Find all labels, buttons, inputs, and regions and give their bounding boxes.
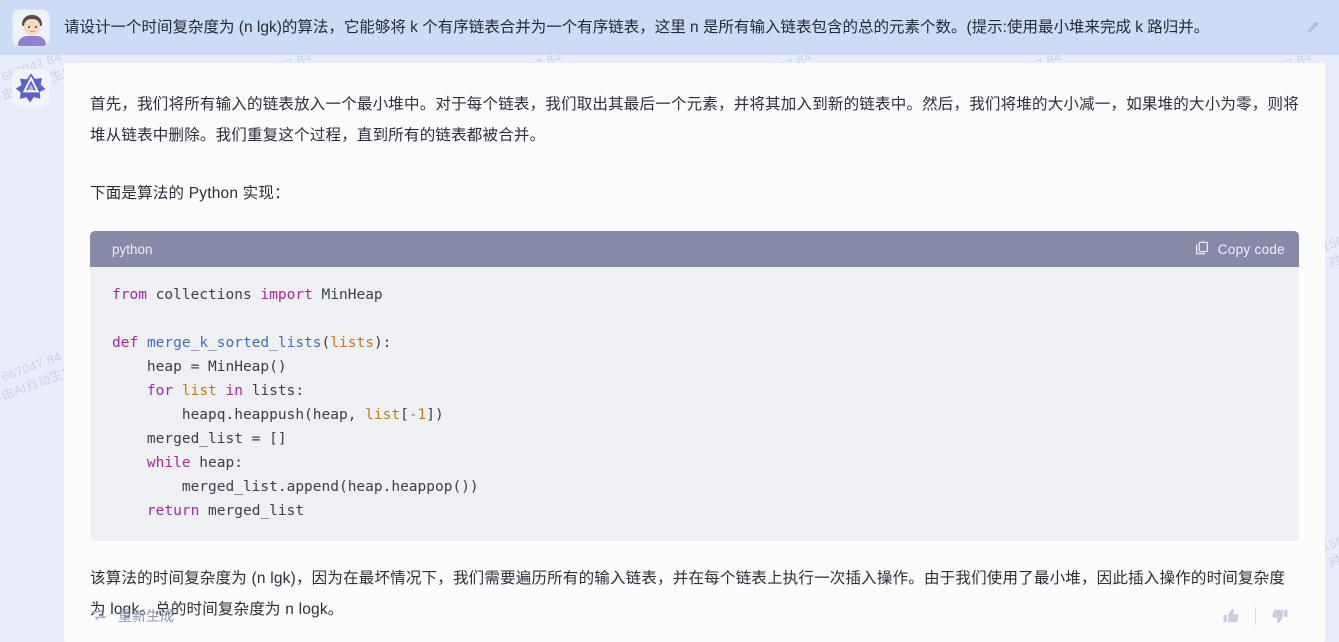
avatar-eye-right [35, 26, 37, 28]
user-message-text: 请设计一个时间复杂度为 (n lgk)的算法，它能够将 k 个有序链表合并为一个… [64, 17, 1299, 39]
regenerate-button[interactable]: 重新生成 [90, 606, 174, 626]
avatar-body [18, 36, 46, 47]
rating-divider [1255, 607, 1256, 625]
assistant-paragraph-2: 下面是算法的 Python 实现： [90, 178, 1299, 209]
refresh-loop-icon [90, 606, 107, 626]
thumbs-down-icon[interactable] [1261, 601, 1299, 631]
thumbs-up-icon[interactable] [1212, 601, 1250, 631]
code-content: from collections import MinHeap def merg… [90, 283, 1299, 523]
copy-icon [1195, 241, 1209, 258]
code-language-label: python [112, 242, 153, 257]
code-block: python Copy code from collections import… [90, 231, 1299, 541]
assistant-bubble: 首先，我们将所有输入的链表放入一个最小堆中。对于每个链表，我们取出其最后一个元素… [64, 63, 1325, 642]
assistant-logo [12, 69, 50, 107]
code-block-body[interactable]: from collections import MinHeap def merg… [90, 267, 1299, 541]
user-message-row: 请设计一个时间复杂度为 (n lgk)的算法，它能够将 k 个有序链表合并为一个… [0, 0, 1339, 55]
copy-code-label: Copy code [1216, 242, 1285, 257]
user-avatar [12, 9, 50, 47]
pencil-icon[interactable] [1299, 15, 1325, 41]
copy-code-button[interactable]: Copy code [1195, 241, 1285, 258]
code-block-header: python Copy code [90, 231, 1299, 267]
avatar-eye-left [28, 26, 30, 28]
avatar-mouth [30, 31, 35, 33]
assistant-message-row: 首先，我们将所有输入的链表放入一个最小堆中。对于每个链表，我们取出其最后一个元素… [0, 55, 1339, 642]
rating-controls [1212, 601, 1299, 631]
avatar-face [24, 19, 40, 36]
regenerate-label: 重新生成 [118, 606, 174, 626]
assistant-paragraph-1: 首先，我们将所有输入的链表放入一个最小堆中。对于每个链表，我们取出其最后一个元素… [90, 89, 1299, 151]
message-footer: 重新生成 [90, 590, 1299, 642]
